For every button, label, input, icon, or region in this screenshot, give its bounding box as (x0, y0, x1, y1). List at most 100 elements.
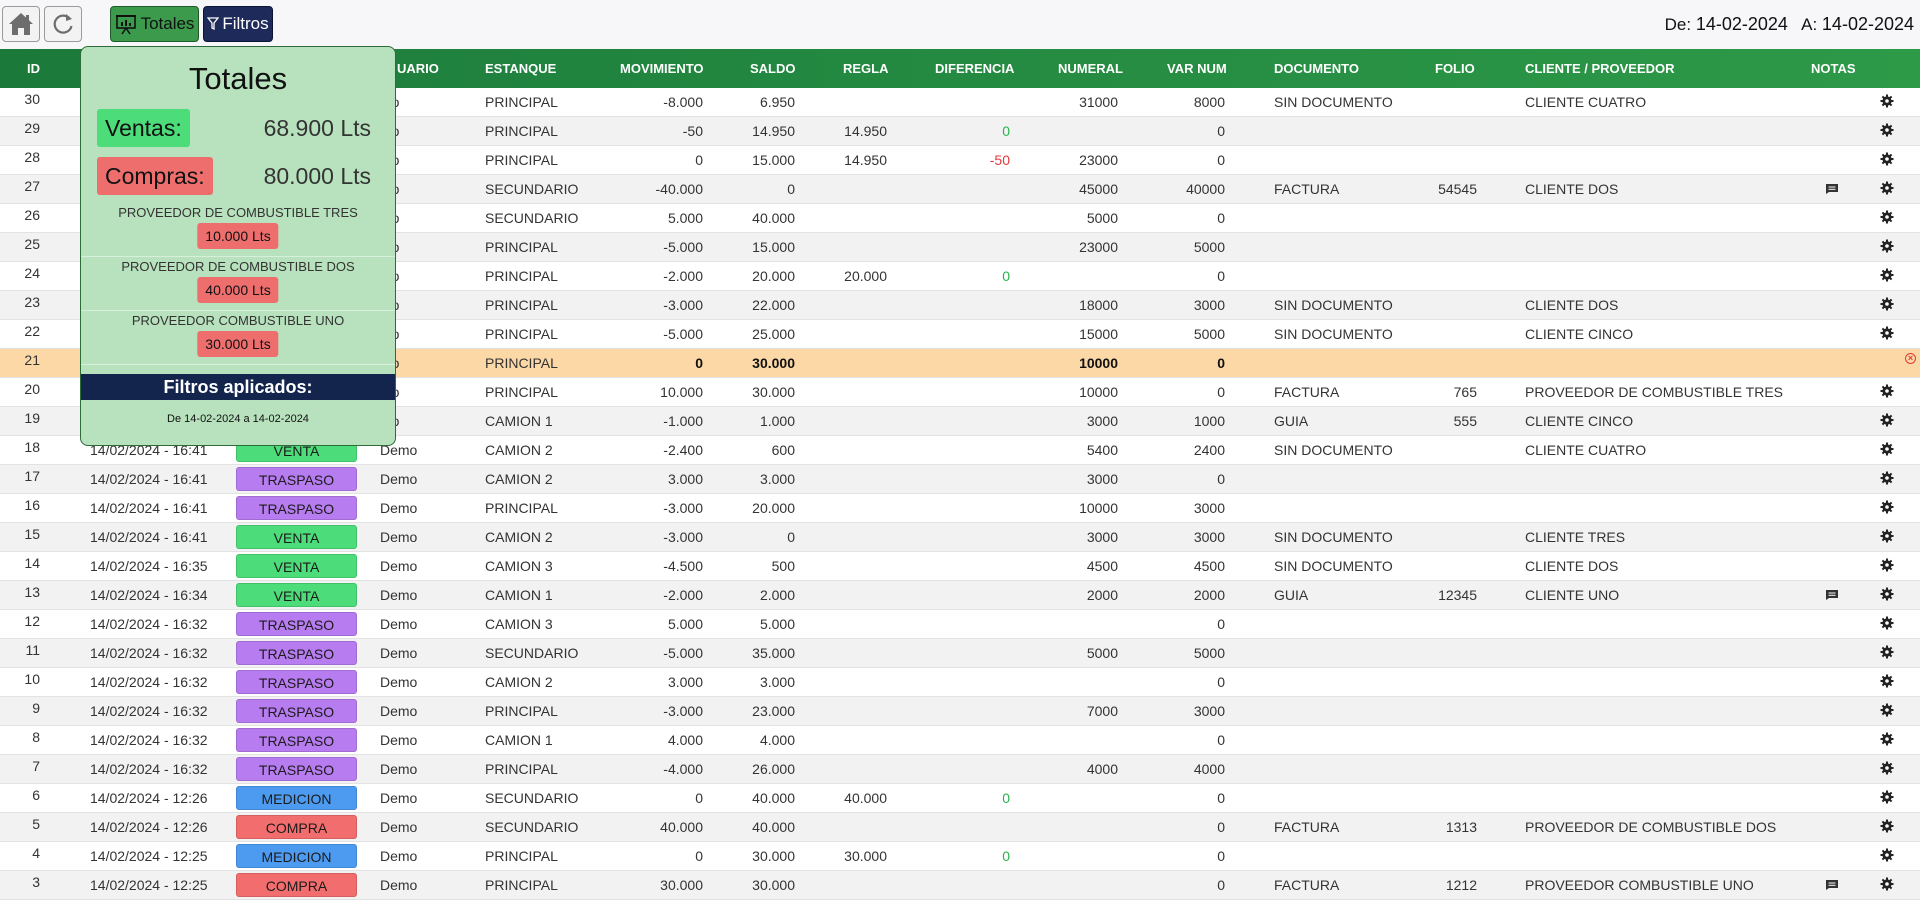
header-regla[interactable]: REGLA (843, 49, 889, 88)
gear-icon[interactable] (1880, 819, 1894, 833)
table-row[interactable]: 4 14/02/2024 - 12:25 MEDICION Demo PRINCIPAL… (0, 842, 1920, 871)
gear-icon[interactable] (1880, 500, 1894, 514)
filtros-button[interactable]: Filtros (203, 6, 273, 42)
header-diferencia[interactable]: DIFERENCIA (935, 49, 1014, 88)
header-movimiento[interactable]: MOVIMIENTO (620, 49, 704, 88)
gear-icon[interactable] (1880, 413, 1894, 427)
gear-icon[interactable] (1880, 181, 1894, 195)
gear-icon[interactable] (1880, 558, 1894, 572)
table-row[interactable]: 12 14/02/2024 - 16:32 TRASPASO Demo CAMION 3… (0, 610, 1920, 639)
gear-icon[interactable] (1880, 587, 1894, 601)
date-from[interactable]: 14-02-2024 (1696, 14, 1788, 34)
gear-icon[interactable] (1880, 326, 1894, 340)
row-saldo: 600 (771, 442, 795, 458)
gear-icon[interactable] (1880, 239, 1894, 253)
date-to[interactable]: 14-02-2024 (1822, 14, 1914, 34)
header-id[interactable]: ID (27, 49, 40, 88)
header-usuario[interactable]: UARIO (397, 49, 439, 88)
gear-icon[interactable] (1880, 790, 1894, 804)
row-numeral: 3000 (1086, 413, 1118, 429)
row-cliente: CLIENTE UNO (1525, 587, 1620, 603)
close-icon[interactable]: × (1905, 353, 1916, 364)
gear-icon[interactable] (1880, 297, 1894, 311)
table-row[interactable]: 9 14/02/2024 - 16:32 TRASPASO Demo PRINCIPAL… (0, 697, 1920, 726)
row-movimiento: -5.000 (663, 326, 703, 342)
header-var-num[interactable]: VAR NUM (1167, 49, 1227, 88)
gear-icon[interactable] (1880, 674, 1894, 688)
gear-icon[interactable] (1880, 152, 1894, 166)
date-to-label: A: (1801, 15, 1818, 34)
tipo-badge: TRASPASO (236, 757, 357, 781)
row-folio (1400, 494, 1477, 522)
gear-icon[interactable] (1880, 471, 1894, 485)
gear-icon[interactable] (1880, 123, 1894, 137)
table-row[interactable]: 3 14/02/2024 - 12:25 COMPRA Demo PRINCIPAL 30… (0, 871, 1920, 900)
header-documento[interactable]: DOCUMENTO (1274, 49, 1359, 88)
row-estanque: SECUNDARIO (485, 790, 579, 806)
row-numeral (1018, 610, 1118, 638)
proveedor-name: PROVEEDOR DE COMBUSTIBLE TRES (118, 205, 358, 220)
gear-icon[interactable] (1880, 848, 1894, 862)
gear-icon[interactable] (1880, 94, 1894, 108)
home-button[interactable] (2, 6, 40, 42)
totales-button[interactable]: Totales (110, 6, 199, 42)
gear-icon[interactable] (1880, 529, 1894, 543)
header-saldo[interactable]: SALDO (750, 49, 796, 88)
gear-icon[interactable] (1880, 732, 1894, 746)
gear-icon[interactable] (1880, 645, 1894, 659)
row-regla (795, 407, 887, 435)
row-usuario: Demo (380, 500, 418, 516)
refresh-button[interactable] (44, 6, 82, 42)
row-var-num: 0 (1217, 210, 1225, 226)
proveedor-value-chip: 10.000 Lts (197, 223, 279, 249)
table-row[interactable]: 8 14/02/2024 - 16:32 TRASPASO Demo CAMION 1 4… (0, 726, 1920, 755)
row-movimiento: -2.400 (663, 442, 703, 458)
row-cliente: PROVEEDOR COMBUSTIBLE UNO (1525, 877, 1754, 893)
row-usuario: Demo (380, 761, 418, 777)
table-row[interactable]: 6 14/02/2024 - 12:26 MEDICION Demo SECUNDARI… (0, 784, 1920, 813)
row-diferencia: 0 (1002, 790, 1010, 806)
header-notas[interactable]: NOTAS (1811, 49, 1856, 88)
header-numeral[interactable]: NUMERAL (1058, 49, 1123, 88)
row-folio (1400, 146, 1477, 174)
row-numeral (1018, 726, 1118, 754)
row-fecha: 14/02/2024 - 16:32 (90, 732, 208, 748)
table-row[interactable]: 5 14/02/2024 - 12:26 COMPRA Demo SECUNDARIO 4… (0, 813, 1920, 842)
gear-icon[interactable] (1880, 877, 1894, 891)
note-icon[interactable] (1825, 183, 1839, 195)
row-estanque: PRINCIPAL (485, 848, 558, 864)
gear-icon[interactable] (1880, 761, 1894, 775)
row-cliente: CLIENTE DOS (1525, 181, 1619, 197)
header-folio[interactable]: FOLIO (1435, 49, 1475, 88)
table-row[interactable]: 13 14/02/2024 - 16:34 VENTA Demo CAMION 1 -2.… (0, 581, 1920, 610)
row-id: 26 (24, 207, 40, 223)
gear-icon[interactable] (1880, 442, 1894, 456)
table-row[interactable]: 7 14/02/2024 - 16:32 TRASPASO Demo PRINCIPAL… (0, 755, 1920, 784)
row-movimiento: 5.000 (667, 210, 703, 226)
note-icon[interactable] (1825, 589, 1839, 601)
gear-icon[interactable] (1880, 384, 1894, 398)
gear-icon[interactable] (1880, 616, 1894, 630)
table-row[interactable]: 14 14/02/2024 - 16:35 VENTA Demo CAMION 3 -4.… (0, 552, 1920, 581)
header-estanque[interactable]: ESTANQUE (485, 49, 556, 88)
table-row[interactable]: 11 14/02/2024 - 16:32 TRASPASO Demo SECUNDAR… (0, 639, 1920, 668)
row-documento: SIN DOCUMENTO (1274, 558, 1393, 574)
gear-icon[interactable] (1880, 210, 1894, 224)
row-saldo: 23.000 (752, 703, 795, 719)
table-row[interactable]: 10 14/02/2024 - 16:32 TRASPASO Demo CAMION 2… (0, 668, 1920, 697)
table-row[interactable]: 17 14/02/2024 - 16:41 TRASPASO Demo CAMION 2… (0, 465, 1920, 494)
row-saldo: 20.000 (752, 500, 795, 516)
ventas-value: 68.900 Lts (263, 115, 371, 141)
note-icon[interactable] (1825, 879, 1839, 891)
gear-icon[interactable] (1880, 268, 1894, 282)
table-row[interactable]: 16 14/02/2024 - 16:41 TRASPASO Demo PRINCIPA… (0, 494, 1920, 523)
table-row[interactable]: 15 14/02/2024 - 16:41 VENTA Demo CAMION 2 -3.… (0, 523, 1920, 552)
header-cliente[interactable]: CLIENTE / PROVEEDOR (1525, 49, 1675, 88)
row-var-num: 0 (1217, 790, 1225, 806)
row-var-num: 0 (1217, 123, 1225, 139)
row-var-num: 0 (1217, 152, 1225, 168)
row-regla (795, 175, 887, 203)
gear-icon[interactable] (1880, 703, 1894, 717)
row-documento: FACTURA (1274, 819, 1340, 835)
row-regla: 20.000 (844, 268, 887, 284)
